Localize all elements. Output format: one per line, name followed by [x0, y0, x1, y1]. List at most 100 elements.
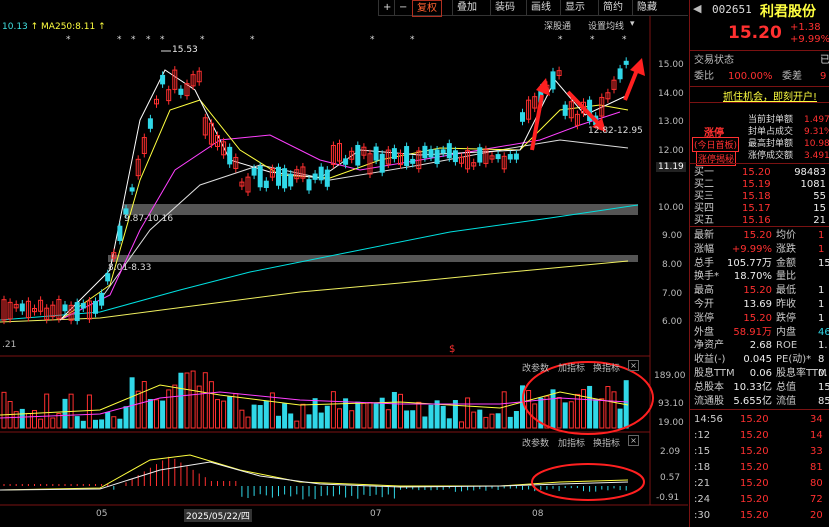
candle-body — [434, 149, 440, 165]
volume-bar — [135, 390, 141, 429]
trade-state-value: 已 — [820, 55, 829, 66]
volume-bar — [141, 381, 147, 429]
volume-bar — [25, 412, 31, 429]
volume-bar — [269, 392, 275, 429]
macd-add-indicator-button[interactable]: 加指标 — [558, 436, 585, 449]
stat-value: 15. — [818, 257, 829, 269]
candle-body — [355, 144, 361, 166]
stat-label: 内盘 — [776, 326, 796, 338]
candle-body — [105, 273, 111, 282]
volume-bar — [330, 391, 336, 429]
volume-bar — [300, 403, 306, 429]
star-marker-icon: * — [160, 35, 165, 45]
vol-close-icon[interactable]: × — [628, 360, 639, 371]
candle-body — [312, 173, 318, 180]
annotation-arrow — [623, 69, 639, 101]
vol-add-indicator-button[interactable]: 加指标 — [558, 361, 585, 374]
macd-close-icon[interactable]: × — [628, 435, 639, 446]
stat-row: 总股本 10.33亿总值 157 — [690, 381, 829, 394]
candle-body — [410, 158, 416, 164]
macd-switch-indicator-button[interactable]: 换指标 — [593, 436, 620, 449]
tick-row: 14:56 15.20 34 — [690, 412, 829, 427]
stat-row: 今开 13.69 昨收 1 — [690, 298, 829, 311]
stat-label: 流通股 — [694, 395, 724, 407]
candle-body — [62, 304, 68, 312]
stat-label: 涨幅 — [694, 243, 714, 255]
tick-time: :30 — [694, 510, 711, 521]
range-label: 8.01-8.33 — [108, 263, 152, 273]
stat-row: 最新 15.20 均价 1 — [690, 229, 829, 242]
tick-volume: 33 — [810, 446, 823, 457]
divider — [690, 226, 829, 227]
volume-bar — [62, 398, 68, 429]
ma120-line — [99, 139, 629, 301]
price-axis-label: 7.00 — [662, 289, 683, 299]
volume-bar — [513, 411, 519, 429]
vol-edit-params-button[interactable]: 改参数 — [522, 361, 549, 374]
stat-value: 2.68 — [749, 340, 772, 352]
volume-bar — [202, 372, 208, 429]
tick-row: :15 15.20 33 — [690, 444, 829, 459]
volume-bar — [288, 413, 294, 429]
volume-bar — [373, 403, 379, 429]
candle-body — [306, 179, 312, 191]
stock-header: ◀ 002651 利君股份 — [690, 0, 829, 20]
tick-row: :18 15.20 81 — [690, 460, 829, 475]
stat-label: 涨跌 — [776, 243, 796, 255]
stat-label: 昨收 — [776, 299, 796, 310]
candle-body — [227, 146, 233, 165]
volume-bar — [410, 410, 416, 429]
candle-body — [507, 154, 513, 160]
tick-volume: 80 — [810, 478, 823, 489]
candle-body — [446, 143, 452, 159]
stat-label: 跌停 — [776, 312, 796, 324]
divider — [690, 50, 829, 51]
volume-bar — [105, 412, 111, 429]
volume-bar — [355, 401, 361, 429]
stock-code: 002651 — [712, 3, 752, 16]
price-axis-label: 13.00 — [658, 117, 684, 127]
candle-body — [282, 168, 288, 189]
candle-body — [513, 153, 519, 160]
price-axis-label: 6.00 — [662, 317, 683, 327]
volume-bar — [562, 402, 568, 429]
candle-body — [99, 292, 105, 306]
date-label: 07 — [370, 509, 382, 519]
price-axis-label: 8.00 — [662, 260, 683, 270]
promo-link[interactable]: 抓住机会，即刻开户! — [723, 88, 817, 103]
stat-row: 涨幅 +9.99% 涨跌 1 — [690, 243, 829, 256]
volume-bar — [391, 391, 397, 429]
weibi-label: 委比 — [694, 71, 714, 82]
candle-body — [428, 149, 434, 158]
vol-switch-indicator-button[interactable]: 换指标 — [593, 361, 620, 374]
vol-axis-label: 93.10 — [658, 399, 684, 409]
kline-chart-pane[interactable]: 10.13 ↑ MA250:8.11 ↑ + − 复权 叠加 装码 画线 显示 … — [0, 0, 688, 527]
volume-bar — [611, 391, 617, 429]
prev-stock-icon[interactable]: ◀ — [693, 2, 701, 15]
volume-bar — [337, 408, 342, 429]
macd-edit-params-button[interactable]: 改参数 — [522, 436, 549, 449]
star-marker-icon: * — [558, 35, 563, 45]
volume-bar — [263, 400, 269, 429]
stat-value: 58.91万 — [733, 326, 772, 338]
tick-time: 14:56 — [694, 414, 723, 425]
macd-axis-label: 0.57 — [660, 473, 681, 483]
vol-axis-label: 19.00 — [658, 418, 684, 428]
candle-body — [178, 88, 184, 95]
volume-bar — [154, 399, 159, 429]
volume-bar — [544, 395, 550, 429]
volume-bar — [196, 385, 202, 429]
stat-label: 今开 — [694, 299, 714, 310]
stat-label: 涨停 — [694, 312, 714, 324]
divider — [690, 86, 829, 87]
candle-body — [324, 169, 330, 187]
volume-bar — [465, 397, 471, 429]
tick-row: :24 15.20 72 — [690, 492, 829, 507]
volume-bar — [324, 405, 330, 429]
volume-bar — [446, 418, 452, 429]
candle-body — [495, 154, 501, 160]
volume-bar — [428, 404, 434, 429]
range-band — [108, 255, 638, 262]
volume-bar — [581, 389, 586, 429]
tick-time: :12 — [694, 430, 711, 441]
